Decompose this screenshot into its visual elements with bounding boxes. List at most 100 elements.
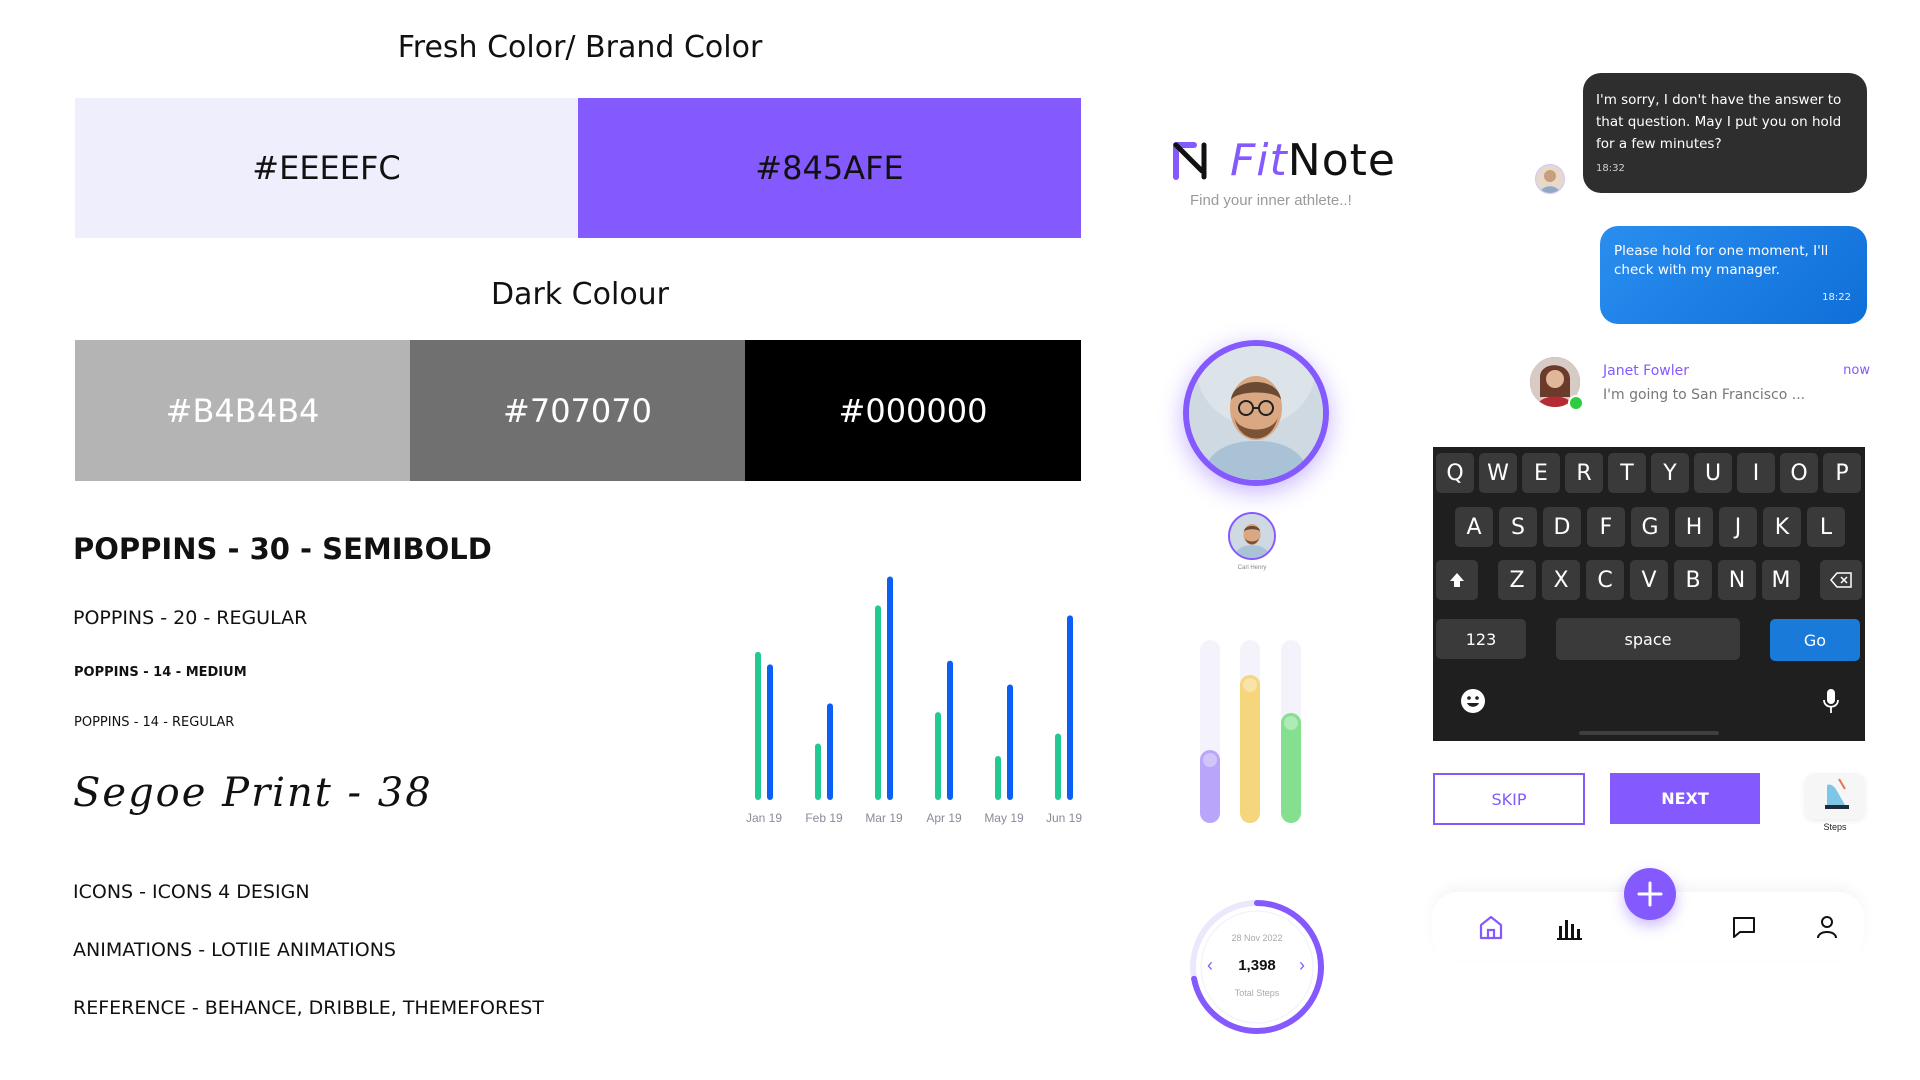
bar-may-19-s1 [995, 756, 1001, 800]
chat-outgoing-text: Please hold for one moment, I'll check w… [1614, 243, 1829, 278]
chat-incoming-text: I'm sorry, I don't have the answer to th… [1596, 92, 1842, 152]
key-w[interactable]: W [1479, 453, 1517, 493]
swatch-707070: #707070 [410, 340, 745, 481]
key-s[interactable]: S [1499, 507, 1537, 547]
key-k[interactable]: K [1763, 507, 1801, 547]
bar-jun-19-s2 [1067, 615, 1073, 800]
key-a[interactable]: A [1455, 507, 1493, 547]
bar-mar-19-s2 [887, 576, 893, 800]
swatch-label: #B4B4B4 [165, 391, 320, 430]
shift-arrow-icon [1450, 573, 1464, 587]
steps-ring: 28 Nov 2022 1,398 Total Steps ‹ › [1185, 895, 1329, 1039]
face-icon [1284, 716, 1298, 731]
chevron-right-icon[interactable]: › [1299, 955, 1305, 976]
person-photo-icon [1189, 346, 1323, 480]
contact-list-item[interactable]: Janet Fowler I'm going to San Francisco … [1530, 355, 1870, 415]
chat-icon[interactable] [1729, 912, 1759, 942]
home-indicator [1579, 731, 1719, 735]
swatch-845afe: #845AFE [578, 98, 1081, 238]
bar-chart: Jan 19 Feb 19 Mar 19 Apr 19 May 19 Jun 19 [730, 560, 1090, 830]
typography-poppins-30: POPPINS - 30 - SEMIBOLD [73, 532, 492, 566]
typography-poppins-20: POPPINS - 20 - REGULAR [73, 607, 308, 629]
steps-date: 28 Nov 2022 [1231, 933, 1283, 943]
chevron-left-icon[interactable]: ‹ [1207, 955, 1213, 976]
key-h[interactable]: H [1675, 507, 1713, 547]
stats-icon[interactable] [1554, 912, 1584, 942]
chat-outgoing-time: 18:22 [1822, 292, 1851, 303]
key-l[interactable]: L [1807, 507, 1845, 547]
key-i[interactable]: I [1737, 453, 1775, 493]
go-key[interactable]: Go [1770, 619, 1860, 661]
key-z[interactable]: Z [1498, 560, 1536, 600]
bar-feb-19-s2 [827, 703, 833, 800]
key-x[interactable]: X [1542, 560, 1580, 600]
brand-tagline: Find your inner athlete..! [1190, 192, 1352, 209]
steps-app-icon[interactable] [1805, 773, 1865, 819]
contact-time: now [1843, 363, 1870, 378]
animations-note: ANIMATIONS - LOTIIE ANIMATIONS [73, 939, 396, 961]
person-photo-icon [1540, 170, 1560, 193]
x-tick-label: Jan 19 [746, 811, 782, 825]
key-u[interactable]: U [1694, 453, 1732, 493]
add-fab-button[interactable] [1624, 868, 1676, 920]
fitnote-logo: FitNote [1170, 135, 1400, 195]
key-t[interactable]: T [1608, 453, 1646, 493]
profile-avatar-small[interactable] [1228, 512, 1276, 560]
reference-note: REFERENCE - BEHANCE, DRIBBLE, THEMEFORES… [73, 997, 544, 1019]
level-fill-1 [1200, 749, 1220, 823]
key-q[interactable]: Q [1436, 453, 1474, 493]
numbers-key[interactable]: 123 [1436, 619, 1526, 659]
shift-key[interactable] [1436, 560, 1478, 600]
keyboard: QWERTYUIOP ASDFGHJKL ZXCVBNM 123 space G… [1433, 447, 1865, 741]
level-bar-3 [1281, 640, 1301, 823]
swatch-label: #EEEEFC [252, 149, 401, 187]
profile-avatar-large[interactable] [1183, 340, 1329, 486]
logo-note: Note [1287, 135, 1396, 186]
level-fill-2 [1240, 674, 1260, 823]
logo-fit: Fit [1230, 135, 1288, 186]
swatch-label: #845AFE [755, 149, 904, 187]
key-d[interactable]: D [1543, 507, 1581, 547]
swatch-eeeefc: #EEEEFC [75, 98, 578, 238]
key-r[interactable]: R [1565, 453, 1603, 493]
steps-label: Total Steps [1234, 988, 1280, 998]
key-b[interactable]: B [1674, 560, 1712, 600]
bar-mar-19-s1 [875, 605, 881, 800]
agent-avatar [1535, 164, 1565, 194]
key-e[interactable]: E [1522, 453, 1560, 493]
x-tick-label: Mar 19 [865, 811, 903, 825]
key-m[interactable]: M [1762, 560, 1800, 600]
steps-app-label: Steps [1823, 822, 1847, 832]
x-tick-label: Apr 19 [926, 811, 962, 825]
next-button[interactable]: NEXT [1610, 773, 1760, 824]
typography-poppins-14-regular: POPPINS - 14 - REGULAR [74, 715, 235, 730]
key-o[interactable]: O [1780, 453, 1818, 493]
key-v[interactable]: V [1630, 560, 1668, 600]
level-bars [1200, 640, 1310, 825]
key-y[interactable]: Y [1651, 453, 1689, 493]
key-c[interactable]: C [1586, 560, 1624, 600]
key-p[interactable]: P [1823, 453, 1861, 493]
home-icon[interactable] [1476, 912, 1506, 942]
swatch-000000: #000000 [745, 340, 1081, 481]
key-j[interactable]: J [1719, 507, 1757, 547]
emoji-icon[interactable] [1459, 687, 1487, 715]
profile-icon[interactable] [1812, 912, 1842, 942]
chat-incoming-time: 18:32 [1596, 163, 1625, 174]
microphone-icon[interactable] [1821, 687, 1841, 715]
key-f[interactable]: F [1587, 507, 1625, 547]
fresh-color-title: Fresh Color/ Brand Color [397, 30, 763, 65]
key-n[interactable]: N [1718, 560, 1756, 600]
plus-icon [1637, 881, 1663, 907]
contact-preview: I'm going to San Francisco ... [1603, 387, 1806, 403]
swatch-label: #707070 [503, 391, 652, 430]
chat-bubble-incoming: I'm sorry, I don't have the answer to th… [1583, 73, 1867, 193]
typography-segoe-print: Segoe Print - 38 [73, 770, 433, 816]
skip-button[interactable]: SKIP [1433, 773, 1585, 825]
space-key[interactable]: space [1556, 618, 1740, 660]
key-g[interactable]: G [1631, 507, 1669, 547]
x-tick-label: May 19 [984, 811, 1024, 825]
dark-colour-title: Dark Colour [490, 277, 670, 312]
backspace-icon [1830, 572, 1852, 588]
backspace-key[interactable] [1820, 560, 1862, 600]
